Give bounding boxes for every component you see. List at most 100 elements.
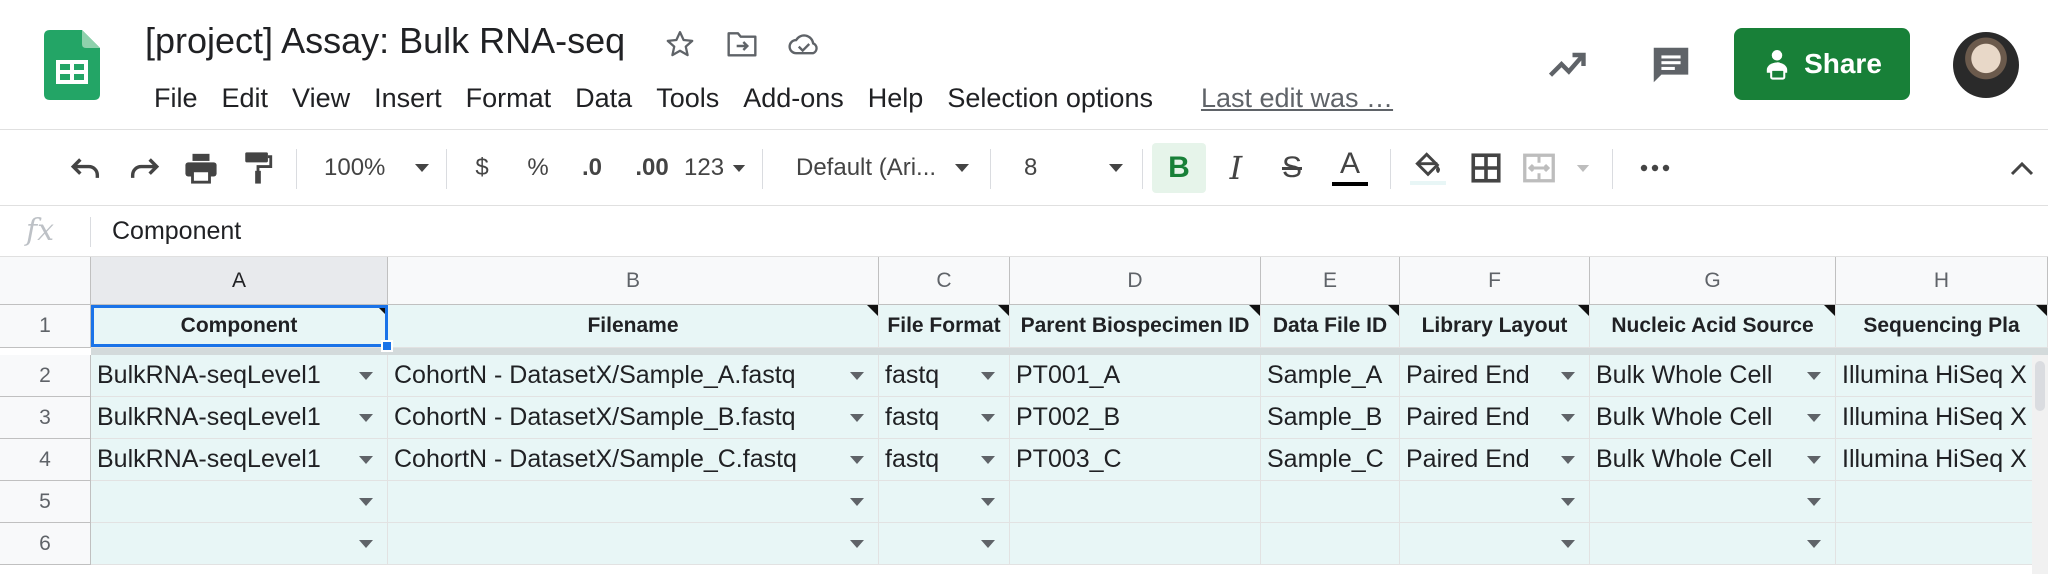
fill-handle[interactable] bbox=[381, 340, 393, 352]
header-cell[interactable]: Component bbox=[91, 305, 388, 348]
document-title[interactable]: [project] Assay: Bulk RNA-seq bbox=[145, 20, 625, 62]
table-cell[interactable] bbox=[879, 481, 1010, 523]
undo-icon[interactable] bbox=[66, 145, 106, 191]
dropdown-arrow-icon[interactable] bbox=[1561, 371, 1575, 380]
dropdown-arrow-icon[interactable] bbox=[359, 455, 373, 464]
text-color-icon[interactable]: A bbox=[1328, 145, 1372, 191]
row-header[interactable]: 3 bbox=[0, 397, 91, 439]
header-cell[interactable]: Filename bbox=[388, 305, 879, 348]
dropdown-arrow-icon[interactable] bbox=[1561, 539, 1575, 548]
menu-insert[interactable]: Insert bbox=[362, 80, 454, 116]
share-button[interactable]: Share bbox=[1734, 28, 1910, 100]
table-cell[interactable]: Sample_B bbox=[1261, 397, 1400, 439]
table-cell[interactable]: PT003_C bbox=[1010, 439, 1261, 481]
dropdown-arrow-icon[interactable] bbox=[850, 455, 864, 464]
vertical-scrollbar[interactable] bbox=[2032, 355, 2048, 574]
table-cell[interactable]: fastq bbox=[879, 439, 1010, 481]
column-header[interactable]: B bbox=[388, 257, 879, 305]
merge-cells-icon[interactable] bbox=[1522, 145, 1592, 191]
table-cell[interactable] bbox=[91, 481, 388, 523]
table-cell[interactable]: CohortN - DatasetX/Sample_A.fastq bbox=[388, 355, 879, 397]
font-size-select[interactable]: 8 bbox=[1010, 145, 1130, 191]
table-cell[interactable]: Illumina HiSeq X bbox=[1836, 397, 2048, 439]
select-all-corner[interactable] bbox=[0, 257, 97, 305]
star-icon[interactable] bbox=[662, 26, 698, 62]
dropdown-arrow-icon[interactable] bbox=[359, 539, 373, 548]
header-cell[interactable]: File Format bbox=[879, 305, 1010, 348]
table-cell[interactable]: fastq bbox=[879, 355, 1010, 397]
table-cell[interactable]: BulkRNA-seqLevel1 bbox=[91, 355, 388, 397]
dropdown-arrow-icon[interactable] bbox=[981, 539, 995, 548]
currency-format-button[interactable]: $ bbox=[462, 145, 502, 191]
dropdown-arrow-icon[interactable] bbox=[981, 497, 995, 506]
table-cell[interactable] bbox=[1590, 523, 1836, 565]
column-header[interactable]: D bbox=[1010, 257, 1261, 305]
table-cell[interactable]: Sample_A bbox=[1261, 355, 1400, 397]
dropdown-arrow-icon[interactable] bbox=[359, 497, 373, 506]
dropdown-arrow-icon[interactable] bbox=[1807, 371, 1821, 380]
column-header[interactable]: C bbox=[879, 257, 1010, 305]
collapse-menus-icon[interactable] bbox=[2002, 145, 2042, 191]
dropdown-arrow-icon[interactable] bbox=[850, 413, 864, 422]
dropdown-arrow-icon[interactable] bbox=[359, 413, 373, 422]
table-cell[interactable] bbox=[91, 523, 388, 565]
table-cell[interactable] bbox=[879, 523, 1010, 565]
dropdown-arrow-icon[interactable] bbox=[1807, 539, 1821, 548]
table-cell[interactable]: PT002_B bbox=[1010, 397, 1261, 439]
table-cell[interactable] bbox=[1400, 481, 1590, 523]
menu-selection-options[interactable]: Selection options bbox=[935, 80, 1165, 116]
dropdown-arrow-icon[interactable] bbox=[981, 371, 995, 380]
borders-icon[interactable] bbox=[1466, 145, 1506, 191]
dropdown-arrow-icon[interactable] bbox=[981, 413, 995, 422]
table-cell[interactable] bbox=[1836, 481, 2048, 523]
header-cell[interactable]: Parent Biospecimen ID bbox=[1010, 305, 1261, 348]
row-header[interactable]: 1 bbox=[0, 305, 91, 348]
table-cell[interactable]: BulkRNA-seqLevel1 bbox=[91, 397, 388, 439]
header-cell[interactable]: Library Layout bbox=[1400, 305, 1590, 348]
table-cell[interactable] bbox=[1010, 523, 1261, 565]
scrollbar-thumb[interactable] bbox=[2035, 361, 2045, 411]
dropdown-arrow-icon[interactable] bbox=[850, 497, 864, 506]
table-cell[interactable] bbox=[1836, 523, 2048, 565]
table-cell[interactable]: Bulk Whole Cell bbox=[1590, 439, 1836, 481]
table-cell[interactable] bbox=[1261, 523, 1400, 565]
dropdown-arrow-icon[interactable] bbox=[850, 371, 864, 380]
table-cell[interactable] bbox=[388, 523, 879, 565]
activity-dashboard-icon[interactable] bbox=[1545, 44, 1589, 88]
font-select[interactable]: Default (Ari... bbox=[786, 145, 976, 191]
last-edit-link[interactable]: Last edit was … bbox=[1189, 80, 1405, 116]
column-header[interactable]: E bbox=[1261, 257, 1400, 305]
formula-input[interactable]: Component bbox=[112, 217, 241, 246]
dropdown-arrow-icon[interactable] bbox=[1561, 413, 1575, 422]
column-header[interactable]: H bbox=[1836, 257, 2048, 305]
dropdown-arrow-icon[interactable] bbox=[981, 455, 995, 464]
column-header[interactable]: F bbox=[1400, 257, 1590, 305]
header-cell[interactable]: Data File ID bbox=[1261, 305, 1400, 348]
table-cell[interactable]: Paired End bbox=[1400, 439, 1590, 481]
move-to-folder-icon[interactable] bbox=[724, 26, 760, 62]
strikethrough-icon[interactable]: S bbox=[1272, 145, 1312, 191]
table-cell[interactable]: Bulk Whole Cell bbox=[1590, 397, 1836, 439]
redo-icon[interactable] bbox=[124, 145, 164, 191]
column-header[interactable]: A bbox=[91, 257, 388, 305]
zoom-select[interactable]: 100% bbox=[316, 145, 436, 191]
menu-edit[interactable]: Edit bbox=[210, 80, 281, 116]
menu-add-ons[interactable]: Add-ons bbox=[731, 80, 856, 116]
menu-help[interactable]: Help bbox=[856, 80, 936, 116]
dropdown-arrow-icon[interactable] bbox=[1807, 497, 1821, 506]
table-cell[interactable] bbox=[1010, 481, 1261, 523]
bold-button[interactable]: B bbox=[1152, 143, 1206, 193]
print-icon[interactable] bbox=[181, 145, 221, 191]
header-cell[interactable]: Sequencing Pla bbox=[1836, 305, 2048, 348]
user-avatar[interactable] bbox=[1953, 32, 2019, 98]
menu-view[interactable]: View bbox=[280, 80, 362, 116]
row-header[interactable]: 2 bbox=[0, 355, 91, 397]
sheets-logo-icon[interactable] bbox=[44, 30, 100, 100]
dropdown-arrow-icon[interactable] bbox=[1807, 413, 1821, 422]
column-header[interactable]: G bbox=[1590, 257, 1836, 305]
increase-decimal-button[interactable]: .00 bbox=[624, 145, 680, 191]
cloud-saved-icon[interactable] bbox=[786, 26, 822, 62]
decrease-decimal-button[interactable]: .0 bbox=[570, 145, 614, 191]
table-cell[interactable]: CohortN - DatasetX/Sample_B.fastq bbox=[388, 397, 879, 439]
table-cell[interactable]: Illumina HiSeq X bbox=[1836, 439, 2048, 481]
